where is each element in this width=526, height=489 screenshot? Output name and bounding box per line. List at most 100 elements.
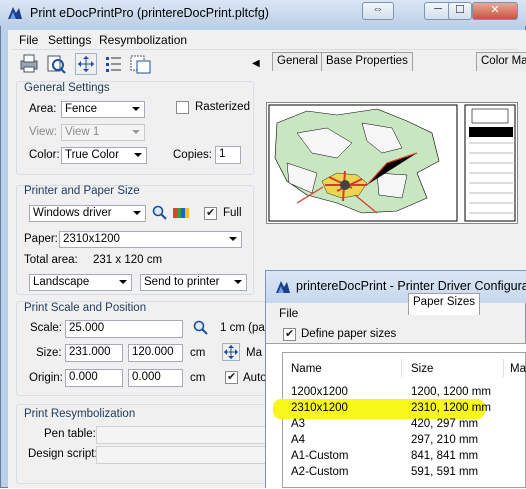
- tab-general[interactable]: General: [272, 52, 323, 71]
- copies-label: Copies:: [173, 149, 212, 161]
- close-button[interactable]: ✕: [472, 2, 518, 20]
- menu-file[interactable]: File: [19, 33, 38, 47]
- driver-menu-file[interactable]: File: [279, 306, 298, 320]
- row-name: A4: [291, 434, 306, 446]
- paper-sizes-list[interactable]: Name Size Ma 1200x1200 1200, 1200 mm 2310…: [273, 352, 526, 488]
- chevron-down-icon: [134, 153, 142, 157]
- tab-base-properties[interactable]: Base Properties: [321, 52, 413, 71]
- row-size: 297, 210 mm: [411, 434, 479, 446]
- auto-checkbox[interactable]: [225, 370, 238, 384]
- preview-icon[interactable]: [45, 53, 67, 75]
- view-value: View 1: [65, 126, 100, 138]
- origin-unit: cm: [190, 372, 206, 384]
- list-icon[interactable]: [103, 53, 125, 75]
- maximize-button[interactable]: ☐: [448, 2, 472, 20]
- row-size: 591, 591 mm: [411, 466, 479, 478]
- size-width-input[interactable]: 231.000: [65, 344, 123, 362]
- list-item[interactable]: A3 420, 297 mm: [283, 417, 526, 433]
- map-preview-image: [268, 104, 516, 222]
- list-item[interactable]: A1-Custom 841, 841 mm: [283, 449, 526, 465]
- list-item[interactable]: A4 297, 210 mm: [283, 433, 526, 449]
- orientation-value: Landscape: [33, 276, 90, 288]
- driver-dropdown[interactable]: Windows driver: [29, 205, 146, 222]
- window-title: Print eDocPrintPro (printereDocPrint.plt…: [30, 6, 269, 20]
- general-settings-title: General Settings: [24, 82, 110, 94]
- maximize-size-icon[interactable]: [222, 343, 240, 361]
- search-printer-icon[interactable]: [152, 205, 168, 224]
- color-dropdown[interactable]: True Color: [61, 147, 147, 164]
- row-name: A2-Custom: [291, 466, 349, 478]
- row-size: 1200, 1200 mm: [411, 386, 491, 398]
- column-divider: [401, 359, 402, 377]
- scale-position-title: Print Scale and Position: [24, 302, 147, 314]
- menu-resymbolization[interactable]: Resymbolization: [99, 33, 187, 47]
- color-label: Color:: [29, 149, 60, 161]
- chevron-down-icon: [119, 280, 127, 284]
- pen-table-label: Pen table:: [44, 428, 96, 440]
- area-dropdown[interactable]: Fence: [61, 101, 145, 118]
- app-icon: [6, 5, 24, 21]
- menu-divider: [12, 49, 518, 50]
- print-preview: [266, 102, 518, 224]
- rasterized-label: Rasterized: [195, 101, 250, 113]
- paper-dropdown[interactable]: 2310x1200: [59, 231, 242, 248]
- send-value: Send to printer: [144, 276, 220, 288]
- scale-input[interactable]: 25.000: [65, 320, 183, 338]
- row-size: 420, 297 mm: [411, 418, 479, 430]
- resymbolization-title: Print Resymbolization: [24, 408, 136, 420]
- design-script-label: Design script:: [28, 448, 98, 460]
- rasterized-checkbox[interactable]: [176, 101, 189, 114]
- driver-value: Windows driver: [33, 207, 112, 219]
- size-unit: cm: [190, 347, 206, 359]
- row-size: 841, 841 mm: [411, 450, 479, 462]
- row-name: A3: [291, 418, 306, 430]
- fit-icon[interactable]: [75, 53, 97, 75]
- paper-value: 2310x1200: [63, 233, 120, 245]
- total-area-label: Total area:: [24, 254, 78, 266]
- menu-settings[interactable]: Settings: [48, 33, 91, 47]
- list-item[interactable]: A2-Custom 591, 591 mm: [283, 465, 526, 481]
- layout-icon[interactable]: [128, 53, 151, 75]
- restore-icon[interactable]: ⇔: [362, 2, 394, 20]
- tab-color-management[interactable]: Color Ma: [476, 52, 526, 71]
- chevron-down-icon: [133, 211, 141, 215]
- full-checkbox[interactable]: [204, 206, 217, 220]
- chevron-down-icon: [132, 107, 140, 111]
- total-area-value: 231 x 120 cm: [93, 254, 163, 266]
- area-label: Area:: [29, 103, 57, 115]
- printer-properties-icon[interactable]: [172, 205, 190, 224]
- copies-input[interactable]: 1: [215, 146, 241, 164]
- define-paper-sizes-label: Define paper sizes: [301, 328, 397, 340]
- size-label: Size:: [36, 347, 62, 359]
- printer-icon[interactable]: [18, 53, 40, 75]
- send-dropdown[interactable]: Send to printer: [140, 274, 247, 291]
- view-dropdown: View 1: [61, 124, 145, 141]
- column-ma[interactable]: Ma: [510, 363, 526, 375]
- origin-y-input[interactable]: 0.000: [128, 369, 183, 387]
- define-paper-sizes-checkbox[interactable]: [283, 327, 296, 341]
- max-label: Ma: [246, 347, 262, 359]
- list-item-selected[interactable]: 2310x1200 2310, 1200 mm: [283, 401, 526, 417]
- scale-ratio: 1 cm (pap: [220, 322, 272, 334]
- row-size: 2310, 1200 mm: [411, 402, 491, 414]
- origin-x-input[interactable]: 0.000: [65, 369, 123, 387]
- color-value: True Color: [65, 149, 119, 161]
- paper-label: Paper:: [24, 233, 58, 245]
- view-label: View:: [29, 126, 57, 138]
- size-height-input[interactable]: 120.000: [128, 344, 183, 362]
- area-value: Fence: [65, 103, 97, 115]
- search-scale-icon[interactable]: [193, 320, 209, 339]
- column-divider: [503, 359, 504, 377]
- tab-paper-sizes[interactable]: Paper Sizes: [408, 293, 481, 315]
- pen-table-input: [96, 426, 266, 444]
- column-name[interactable]: Name: [291, 363, 322, 375]
- chevron-down-icon: [132, 130, 140, 134]
- chevron-down-icon: [229, 237, 237, 241]
- orientation-dropdown[interactable]: Landscape: [29, 274, 132, 291]
- column-size[interactable]: Size: [411, 363, 433, 375]
- collapse-arrow-icon[interactable]: ◀: [252, 58, 260, 69]
- row-name: A1-Custom: [291, 450, 349, 462]
- row-name: 1200x1200: [291, 386, 348, 398]
- app-icon: [274, 279, 292, 298]
- printer-paper-title: Printer and Paper Size: [24, 185, 140, 197]
